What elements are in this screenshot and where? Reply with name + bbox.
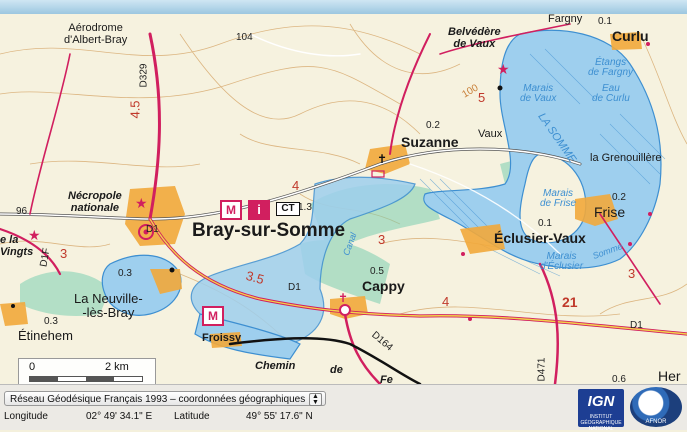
spot-height: 104 <box>236 32 253 43</box>
latitude-value: 49° 55' 17.6" N <box>246 411 313 422</box>
label-etinehem: Étinehem <box>18 328 73 343</box>
ign-logo-subtitle: INSTITUT GÉOGRAPHIQUE NATIONAL <box>580 414 622 432</box>
label-cappy: Cappy <box>362 278 405 294</box>
ign-logo[interactable]: IGN INSTITUT GÉOGRAPHIQUE NATIONAL <box>578 389 624 432</box>
road-distance: 3 <box>378 232 386 247</box>
spot-height: 0.3 <box>118 268 132 279</box>
select-arrow-icon[interactable]: ▲ ▼ <box>309 393 322 406</box>
spot-height: 1.3 <box>298 202 312 213</box>
scale-bar-graphic <box>29 376 143 382</box>
spot-height: 0.2 <box>426 120 440 131</box>
cross-icon: ✝ <box>338 291 348 305</box>
spot-height: 96 <box>16 206 28 217</box>
spot-height: 0.2 <box>612 192 626 203</box>
label-grenouillere: la Grenouillère <box>590 152 662 164</box>
label-belvedere: Belvédère de Vaux <box>448 26 501 50</box>
label-suzanne: Suzanne <box>401 134 459 150</box>
label-her: Her <box>658 368 681 384</box>
status-footer: Réseau Géodésique Français 1993 – coordo… <box>0 384 687 432</box>
label-curlu: Curlu <box>612 28 649 44</box>
label-froissy: Froissy <box>202 332 242 344</box>
spot-height: 0.6 <box>612 374 626 384</box>
svg-text:★: ★ <box>135 195 148 211</box>
scale-bar: 0 2 km <box>18 358 156 384</box>
label-bray-sur-somme: Bray-sur-Somme <box>192 220 346 241</box>
label-frise: Frise <box>594 204 626 220</box>
label-vaux: Vaux <box>478 128 503 140</box>
museum-badge[interactable]: M <box>202 306 224 326</box>
spot-height: 0.1 <box>538 218 552 229</box>
label-marais-frise: Marais de Frise <box>540 188 577 209</box>
road-distance: 21 <box>562 294 578 310</box>
label-necropole: Nécropole nationale <box>68 190 122 214</box>
road-distance: 4.5 <box>127 100 143 119</box>
star-icon: ★ <box>497 61 510 77</box>
road-number: D471 <box>536 357 548 382</box>
scale-km: 2 km <box>105 361 129 373</box>
label-chemin: Chemin <box>255 360 296 372</box>
road-distance: 3 <box>60 246 68 261</box>
museum-badge[interactable]: M <box>220 200 242 220</box>
church-icon: ✝ <box>377 152 387 166</box>
spot-height: 0.5 <box>370 266 384 277</box>
label-eau-curlu: Eau de Curlu <box>592 83 630 104</box>
label-la-neuville: La Neuville- -lès-Bray <box>74 291 143 320</box>
road-number: D1 <box>288 282 301 293</box>
label-marais-vaux: Marais de Vaux <box>520 83 557 104</box>
spot-height: 0.1 <box>598 16 612 27</box>
label-marais-eclusier: Marais d'Éclusier <box>540 251 584 272</box>
scale-zero: 0 <box>29 361 36 373</box>
road-number: D1 <box>146 224 159 235</box>
road-distance: 3 <box>628 266 636 281</box>
label-vingts: e la Vingts <box>0 234 34 258</box>
label-eclusier-vaux: Éclusier-Vaux <box>494 230 586 246</box>
road-distance: 4 <box>292 178 300 193</box>
partner-logo-text: AFNOR <box>645 419 667 425</box>
info-badge[interactable]: i <box>248 200 270 220</box>
latitude-label: Latitude <box>174 411 210 422</box>
crs-select[interactable]: Réseau Géodésique Français 1993 – coordo… <box>4 391 326 406</box>
window-top-bar <box>0 0 687 15</box>
ct-badge[interactable]: CT <box>276 202 300 216</box>
label-etangs-fargny: Étangs de Fargny <box>588 57 634 78</box>
label-aerodrome: Aérodrome d'Albert-Bray <box>64 22 128 46</box>
ign-logo-text: IGN <box>587 393 615 410</box>
crs-select-value: Réseau Géodésique Français 1993 – coordo… <box>10 394 306 405</box>
label-de: de <box>330 364 343 376</box>
road-number: D1 <box>630 320 643 331</box>
road-distance: 4 <box>442 294 450 309</box>
label-fer: Fe <box>380 374 393 384</box>
map-view[interactable]: ★ ★ ★ ✝ ✝ Aérodrome d'Albert-Bray 104 Fa… <box>0 14 687 384</box>
partner-logo[interactable]: AFNOR <box>630 387 682 427</box>
label-fargny: Fargny <box>548 14 583 25</box>
spot-height: 0.3 <box>44 316 58 327</box>
longitude-label: Longitude <box>4 411 48 422</box>
longitude-value: 02° 49' 34.1" E <box>86 411 153 422</box>
road-number: D329 <box>138 63 150 88</box>
